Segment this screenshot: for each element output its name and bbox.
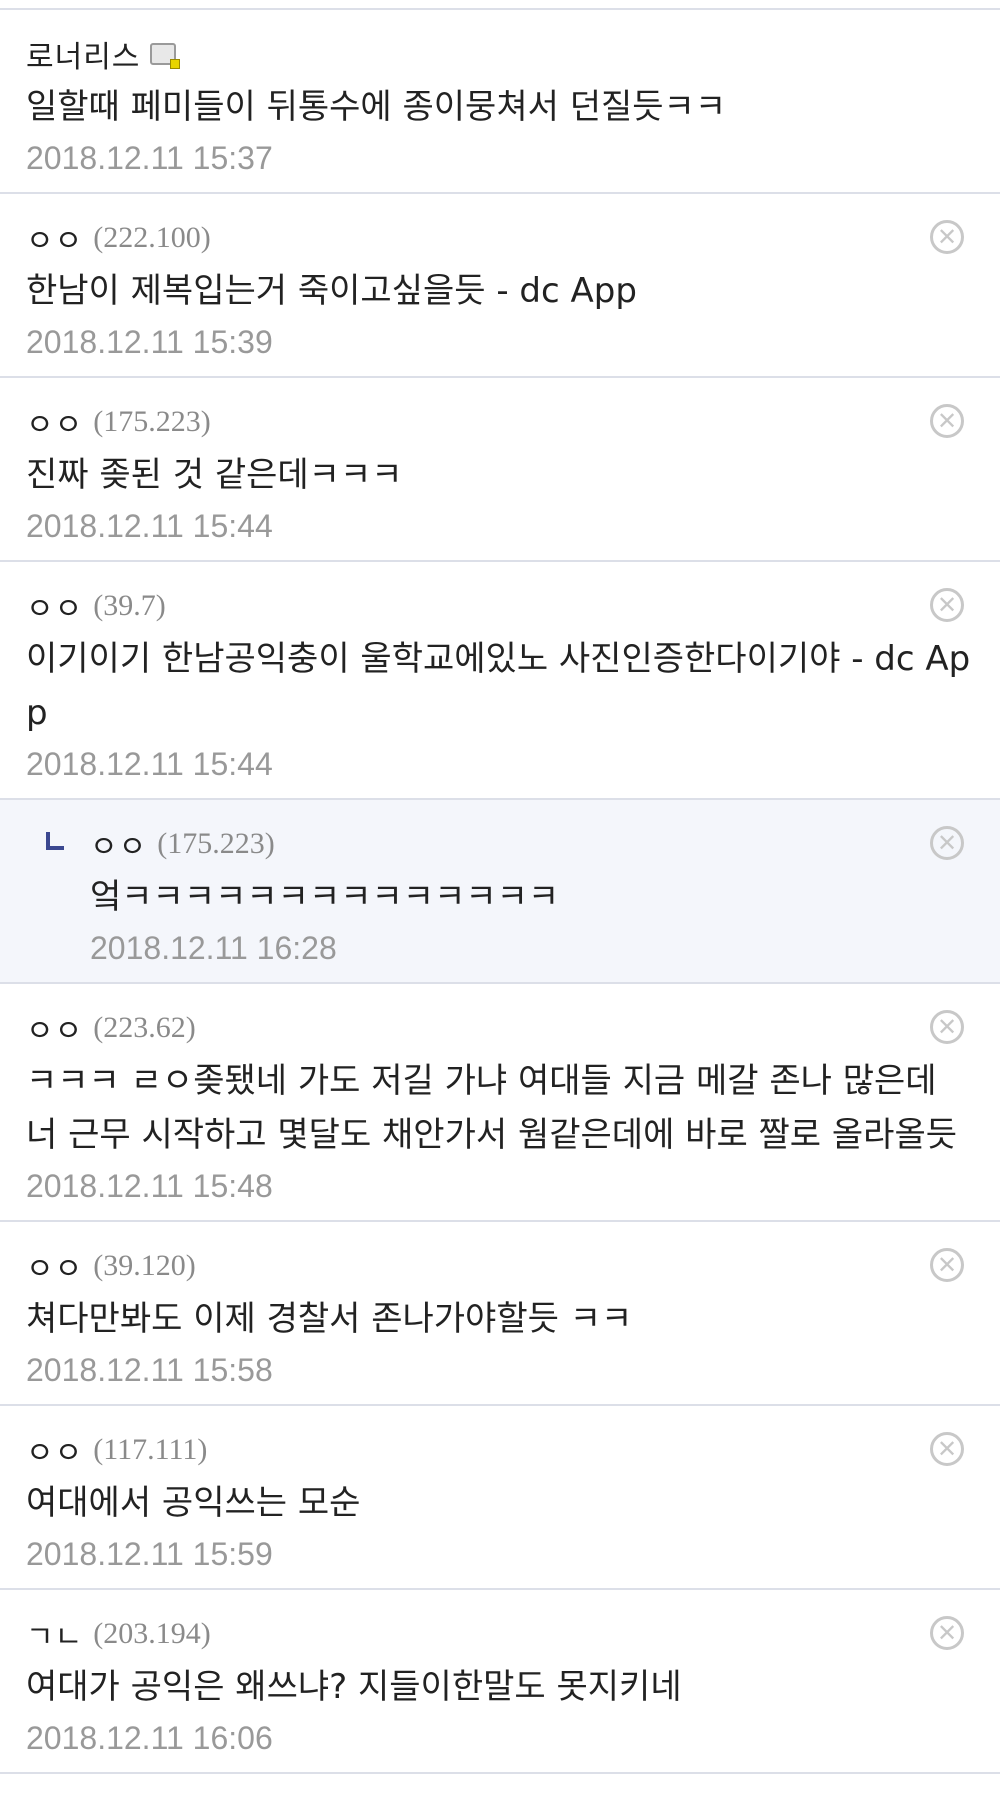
comment-header: ㅇㅇ (175.223) <box>26 400 974 444</box>
delete-comment-icon[interactable]: ✕ <box>930 220 964 254</box>
comment-date: 2018.12.11 15:39 <box>26 324 273 360</box>
comment-ip: (175.223) <box>93 405 211 438</box>
comment-date: 2018.12.11 15:37 <box>26 140 273 176</box>
comment-date: 2018.12.11 15:48 <box>26 1168 273 1204</box>
comment-date: 2018.12.11 15:44 <box>26 508 273 544</box>
delete-comment-icon[interactable]: ✕ <box>930 1248 964 1282</box>
comment-ip: (203.194) <box>93 1617 211 1650</box>
comment-header: ㅇㅇ (223.62) <box>26 1006 974 1050</box>
comment-date: 2018.12.11 15:59 <box>26 1536 273 1572</box>
comment-text: 일할때 페미들이 뒤통수에 종이뭉쳐서 던질듯ㅋㅋ <box>26 87 727 127</box>
comment-row: ㅇㅇ (117.111) 여대에서 공익쓰는 모순 2018.12.11 15:59 ✕ <box>0 1406 1000 1590</box>
comment-text: 엌ㅋㅋㅋㅋㅋㅋㅋㅋㅋㅋㅋㅋㅋㅋ <box>90 877 560 917</box>
comment-text: ㅋㅋㅋ ㄹㅇ좆됐네 가도 저길 가냐 여대들 지금 메갈 존나 많은데 너 근무… <box>26 1061 958 1155</box>
comment-header: 로너리스 <box>26 32 974 76</box>
comment-nickname[interactable]: ㅇㅇ <box>26 1006 83 1050</box>
comment-row: ㅇㅇ (175.223) 진짜 좆된 것 같은데ㅋㅋㅋ 2018.12.11 15:4… <box>0 378 1000 562</box>
comment-list: 로너리스일할때 페미들이 뒤통수에 종이뭉쳐서 던질듯ㅋㅋ 2018.12.11 … <box>0 10 1000 1774</box>
comment-date: 2018.12.11 15:58 <box>26 1352 273 1388</box>
comment-text: 여대가 공익은 왜쓰냐? 지들이한말도 못지키네 <box>26 1667 682 1707</box>
comment-nickname[interactable]: ㅇㅇ <box>90 822 147 866</box>
delete-comment-icon[interactable]: ✕ <box>930 1010 964 1044</box>
comment-ip: (175.223) <box>157 827 275 860</box>
comment-nickname[interactable]: ㄱㄴ <box>26 1612 83 1656</box>
comment-ip: (39.7) <box>93 589 166 622</box>
comment-header: ㅇㅇ (39.120) <box>26 1244 974 1288</box>
comment-row: 로너리스일할때 페미들이 뒤통수에 종이뭉쳐서 던질듯ㅋㅋ 2018.12.11 … <box>0 10 1000 194</box>
delete-comment-icon[interactable]: ✕ <box>930 404 964 438</box>
top-divider <box>0 0 1000 10</box>
comment-row: ㅇㅇ (39.120) 쳐다만봐도 이제 경찰서 존나가야할듯 ㅋㅋ 2018.12.… <box>0 1222 1000 1406</box>
comment-nickname[interactable]: ㅇㅇ <box>26 216 83 260</box>
comment-text: 이기이기 한남공익충이 울학교에있노 사진인증한다이기야 - dc App <box>26 639 971 733</box>
comment-row: ㄱㄴ (203.194) 여대가 공익은 왜쓰냐? 지들이한말도 못지키네 2018.… <box>0 1590 1000 1774</box>
comment-nickname[interactable]: 로너리스 <box>26 32 140 76</box>
comment-nickname[interactable]: ㅇㅇ <box>26 584 83 628</box>
delete-comment-icon[interactable]: ✕ <box>930 588 964 622</box>
comment-nickname[interactable]: ㅇㅇ <box>26 400 83 444</box>
comment-row: ㅇㅇ (222.100) 한남이 제복입는거 죽이고싶을듯 - dc App 2018… <box>0 194 1000 378</box>
reply-arrow-icon <box>46 832 64 850</box>
comment-date: 2018.12.11 16:28 <box>90 930 337 966</box>
comment-text: 한남이 제복입는거 죽이고싶을듯 - dc App <box>26 271 637 311</box>
delete-comment-icon[interactable]: ✕ <box>930 1616 964 1650</box>
comment-header: ㅇㅇ (175.223) <box>90 822 974 866</box>
comment-row: ㅇㅇ (39.7) 이기이기 한남공익충이 울학교에있노 사진인증한다이기야 - d… <box>0 562 1000 800</box>
comment-text: 여대에서 공익쓰는 모순 <box>26 1483 361 1523</box>
comment-header: ㄱㄴ (203.194) <box>26 1612 974 1656</box>
delete-comment-icon[interactable]: ✕ <box>930 826 964 860</box>
comment-date: 2018.12.11 16:06 <box>26 1720 273 1756</box>
comment-text: 쳐다만봐도 이제 경찰서 존나가야할듯 ㅋㅋ <box>26 1299 633 1339</box>
comment-header: ㅇㅇ (39.7) <box>26 584 974 628</box>
comment-ip: (39.120) <box>93 1249 196 1282</box>
comment-date: 2018.12.11 15:44 <box>26 746 273 782</box>
reply-comment-row: ㅇㅇ (175.223) 엌ㅋㅋㅋㅋㅋㅋㅋㅋㅋㅋㅋㅋㅋㅋ 2018.12.11 16:… <box>0 800 1000 984</box>
delete-comment-icon[interactable]: ✕ <box>930 1432 964 1466</box>
comment-nickname[interactable]: ㅇㅇ <box>26 1428 83 1472</box>
comment-row: ㅇㅇ (223.62) ㅋㅋㅋ ㄹㅇ좆됐네 가도 저길 가냐 여대들 지금 메갈 존… <box>0 984 1000 1222</box>
comment-text: 진짜 좆된 것 같은데ㅋㅋㅋ <box>26 455 403 495</box>
comment-header: ㅇㅇ (222.100) <box>26 216 974 260</box>
comment-nickname[interactable]: ㅇㅇ <box>26 1244 83 1288</box>
comment-ip: (117.111) <box>93 1433 208 1466</box>
gallog-icon[interactable] <box>150 43 181 69</box>
comment-ip: (223.62) <box>93 1011 196 1044</box>
comment-header: ㅇㅇ (117.111) <box>26 1428 974 1472</box>
comment-ip: (222.100) <box>93 221 211 254</box>
